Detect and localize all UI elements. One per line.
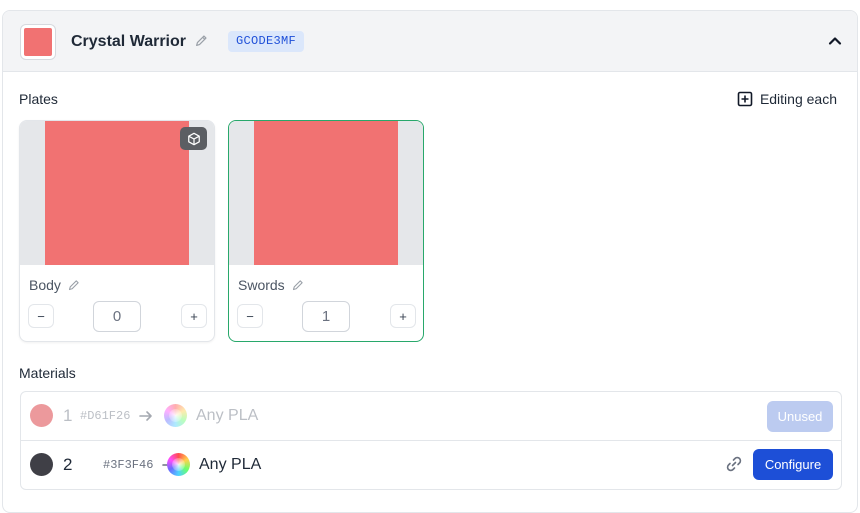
material-row: 1 #D61F26 Any PLA Unused: [21, 392, 841, 441]
material-index: 1: [63, 406, 73, 425]
link-icon[interactable]: [725, 455, 743, 473]
card-header[interactable]: Crystal Warrior GCODE3MF: [3, 11, 857, 72]
material-hex: #3F3F46: [103, 458, 154, 472]
materials-section-label: Materials: [19, 365, 76, 381]
edit-title-pencil-icon[interactable]: [195, 34, 208, 47]
cube-icon[interactable]: [180, 127, 207, 150]
plate-card-body[interactable]: Body − 0 +: [19, 120, 215, 342]
model-color-swatch[interactable]: [20, 24, 56, 60]
arrow-right-icon: [139, 411, 152, 421]
unused-button[interactable]: Unused: [767, 401, 833, 432]
plus-square-icon: [737, 91, 753, 107]
material-color-dot: [30, 404, 53, 427]
material-index: 2: [63, 455, 73, 474]
color-wheel-icon: [167, 453, 190, 476]
edit-plate-pencil-icon[interactable]: [68, 279, 80, 291]
material-hex: #D61F26: [80, 409, 131, 423]
cube-icon-glyph: [187, 132, 200, 145]
plate-name: Body: [29, 277, 61, 293]
decrement-button[interactable]: −: [28, 304, 54, 328]
material-color-dot: [30, 453, 53, 476]
material-name: Any PLA: [199, 456, 262, 473]
plate-name-row: Body: [29, 276, 80, 294]
plates-section-label: Plates: [19, 91, 58, 107]
color-wheel-icon: [164, 404, 187, 427]
material-row: 2 #3F3F46 Any PLA Configure: [21, 441, 841, 489]
increment-button[interactable]: +: [181, 304, 207, 328]
plate-preview-fill: [45, 121, 189, 265]
materials-list: 1 #D61F26 Any PLA Unused 2 #3F3F46 Any P…: [20, 391, 842, 490]
quantity-input[interactable]: 1: [302, 301, 350, 332]
material-name: Any PLA: [196, 407, 259, 424]
plate-name-row: Swords: [238, 276, 304, 294]
edit-plate-pencil-icon[interactable]: [292, 279, 304, 291]
increment-button[interactable]: +: [390, 304, 416, 328]
plate-preview: [20, 121, 214, 265]
configure-button[interactable]: Configure: [753, 449, 833, 480]
decrement-button[interactable]: −: [237, 304, 263, 328]
plate-preview-fill: [254, 121, 398, 265]
chevron-up-icon[interactable]: [825, 31, 845, 51]
model-color-fill: [24, 28, 52, 56]
code-badge: GCODE3MF: [228, 31, 305, 52]
model-card: Crystal Warrior GCODE3MF Plates Editing …: [2, 10, 858, 513]
plate-preview: [229, 121, 423, 265]
plate-name: Swords: [238, 277, 285, 293]
quantity-input[interactable]: 0: [93, 301, 141, 332]
plate-card-swords[interactable]: Swords − 1 +: [228, 120, 424, 342]
model-title: Crystal Warrior: [71, 33, 186, 50]
editing-each-toggle[interactable]: Editing each: [737, 89, 837, 109]
editing-each-label: Editing each: [759, 91, 837, 107]
